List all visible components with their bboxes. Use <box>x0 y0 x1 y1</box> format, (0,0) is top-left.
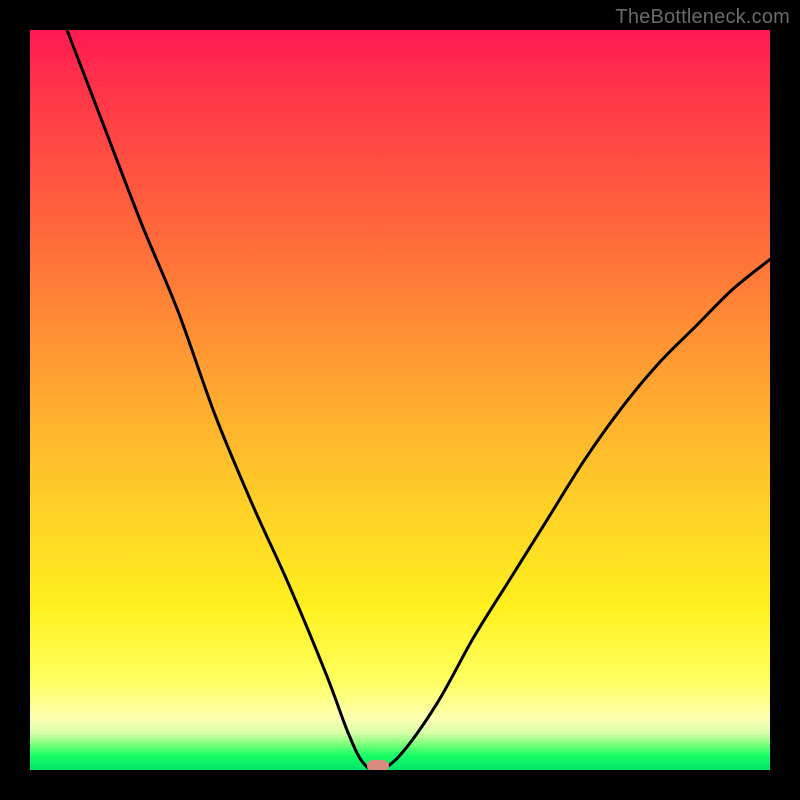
curve-path <box>67 30 770 770</box>
watermark-label: TheBottleneck.com <box>615 6 790 29</box>
chart-frame: TheBottleneck.com <box>0 0 800 800</box>
plot-area <box>30 30 770 770</box>
bottleneck-curve <box>30 30 770 770</box>
optimal-point-marker <box>367 760 389 770</box>
